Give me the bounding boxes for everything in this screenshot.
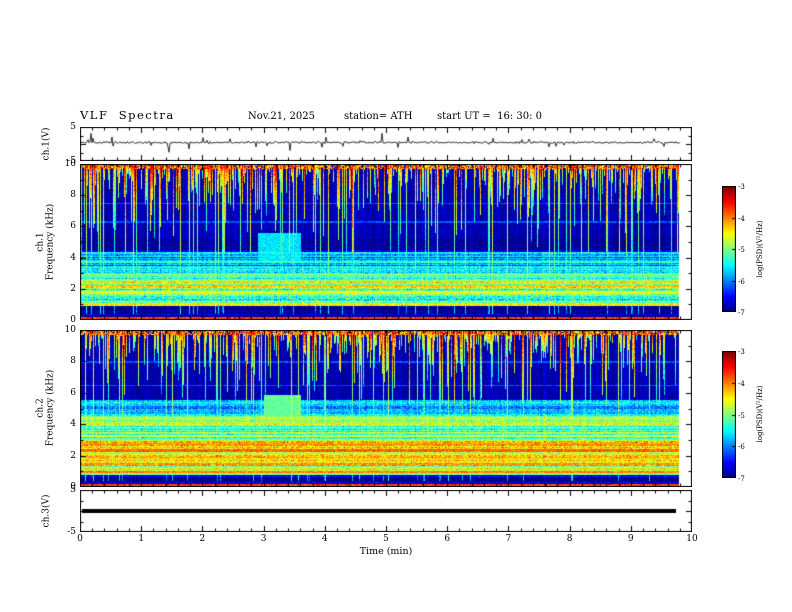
cb2-tick-label: -4 [738, 379, 745, 388]
x-tick-label: 1 [138, 534, 145, 544]
figure-title: VLF Spectra [80, 108, 175, 122]
cb1-tick-label: -5 [738, 246, 745, 254]
cb2-tick-label: -3 [738, 348, 745, 356]
wave3-ytick-label: 5 [70, 485, 76, 495]
ch1-voltage-axis-label: ch.1(V) [41, 127, 52, 161]
header-date: Nov.21, 2025 [248, 111, 315, 122]
header-station: station= ATH [344, 111, 413, 122]
spec2-ytick-label: 10 [64, 325, 76, 335]
vlf-spectra-figure: VLF Spectra Nov.21, 2025 station= ATH st… [0, 0, 792, 612]
x-tick-label: 7 [505, 534, 512, 544]
x-tick-label: 4 [321, 534, 328, 544]
spec1-ytick-label: 4 [70, 252, 76, 263]
ch2-frequency-axis-label: ch.2 Frequency (kHz) [35, 369, 56, 447]
spec2-ytick-label: 6 [70, 387, 76, 398]
spec2-ytick-label: 4 [70, 419, 76, 430]
colorbar-1 [722, 186, 736, 312]
x-tick-label: 5 [383, 534, 389, 544]
x-tick-label: 10 [686, 534, 698, 544]
cb1-tick-label: -3 [738, 183, 745, 191]
wave1-ytick-label: 5 [70, 122, 76, 132]
wave3-ytick-label: -5 [67, 527, 76, 537]
cb2-tick-label: -7 [738, 475, 745, 483]
colorbar-2 [722, 351, 736, 478]
spec1-ytick-label: 0 [70, 315, 76, 325]
ch3-voltage-axis-label: ch.3(V) [41, 494, 52, 528]
cb1-tick-label: -6 [738, 277, 745, 286]
x-tick-label: 8 [566, 534, 573, 544]
x-tick-label: 3 [260, 534, 267, 544]
cb2-tick-label: -6 [738, 443, 745, 452]
spec2-ytick-label: 2 [70, 450, 76, 461]
x-axis-title: Time (min) [359, 546, 413, 557]
cb1-tick-label: -4 [738, 214, 745, 223]
x-tick-label: 6 [444, 534, 451, 544]
x-tick-label: 0 [77, 534, 83, 544]
spec1-ytick-label: 10 [64, 159, 76, 169]
ch1-spectrogram [80, 164, 692, 320]
colorbar-2-label: log(PSD)(V²/Hz) [756, 385, 764, 443]
ch3-waveform-plot [80, 490, 692, 532]
spec1-ytick-label: 2 [70, 283, 76, 294]
spec1-ytick-label: 6 [70, 221, 76, 232]
x-tick-label: 2 [199, 534, 206, 544]
cb1-tick-label: -7 [738, 309, 745, 317]
spec1-ytick-label: 8 [70, 190, 76, 201]
cb2-tick-label: -5 [738, 411, 745, 420]
ch2-spectrogram [80, 330, 692, 487]
x-tick-label: 9 [627, 534, 634, 544]
ch1-frequency-axis-label: ch.1 Frequency (kHz) [35, 203, 56, 281]
ch1-waveform-plot [80, 127, 692, 161]
colorbar-1-label: log(PSD)(V²/Hz) [756, 220, 764, 278]
spec2-ytick-label: 8 [70, 356, 76, 367]
header-start-ut: start UT = 16: 30: 0 [437, 111, 543, 122]
